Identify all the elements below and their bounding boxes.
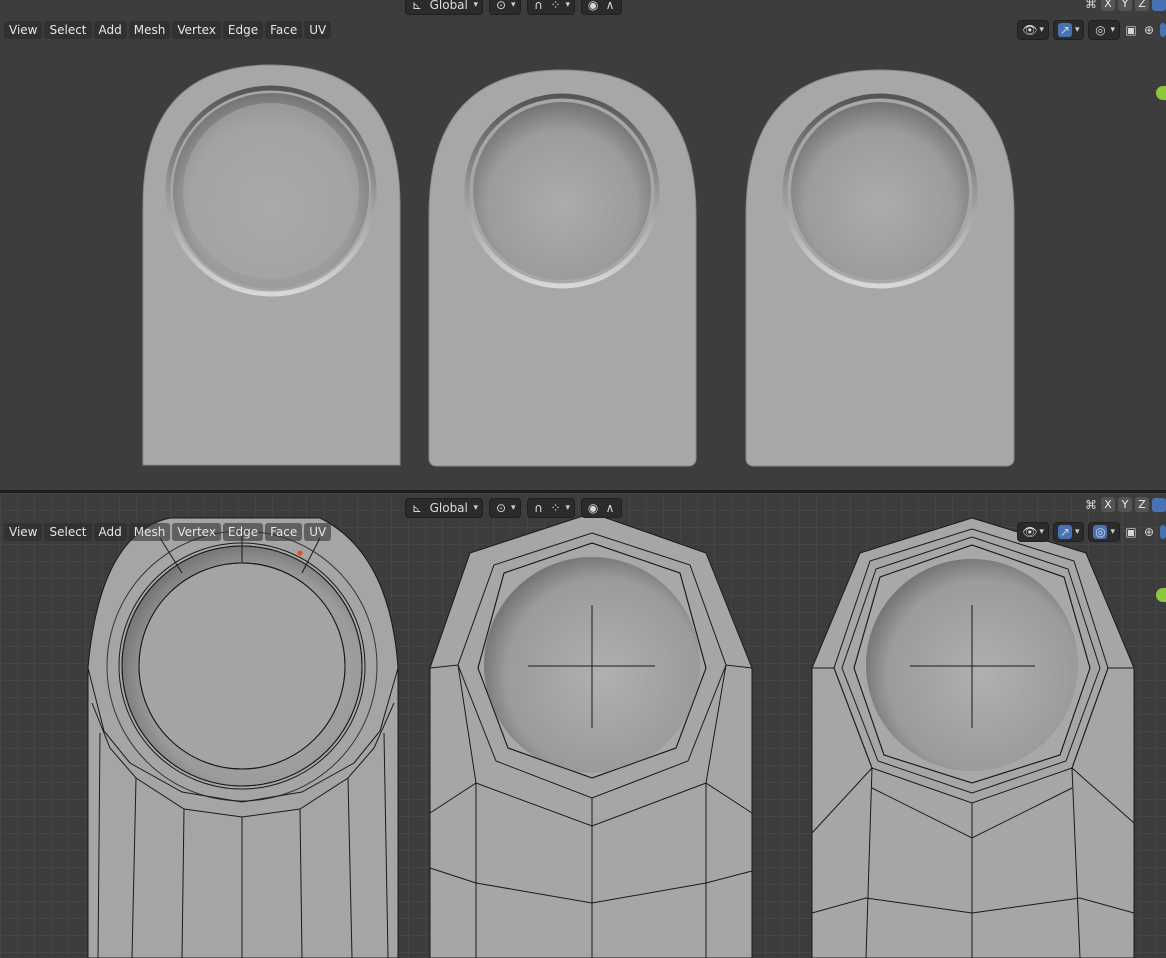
xray-icon[interactable]: ▣ (1124, 23, 1138, 37)
overlay-icon: ◎ (1093, 525, 1108, 539)
overlay-icon: ◎ (1095, 23, 1106, 37)
pivot-point-dropdown[interactable]: ⊙ ▾ (489, 498, 521, 518)
transform-orientation-dropdown[interactable]: ⊾ Global ▾ (405, 498, 483, 518)
menu-vertex[interactable]: Vertex (172, 523, 221, 541)
bottom-viewport-display-controls: 👁 ▾ ↗ ▾ ◎ ▾ ▣ ⊕ (1017, 521, 1166, 543)
menu-mesh[interactable]: Mesh (128, 523, 171, 541)
proportional-edit-controls[interactable]: ◉ ∧ (581, 0, 623, 15)
gizmo-icon: ↗ (1057, 525, 1072, 539)
orientation-axes-icon: ⊾ (411, 0, 423, 12)
selected-vertex[interactable] (297, 550, 303, 556)
xray-icon[interactable]: ▣ (1124, 525, 1138, 539)
chevron-down-icon: ▾ (1074, 25, 1080, 35)
visibility-dropdown[interactable]: 👁 ▾ (1017, 20, 1049, 40)
menu-uv[interactable]: UV (304, 523, 332, 541)
menu-vertex[interactable]: Vertex (172, 21, 221, 39)
menu-view[interactable]: View (4, 21, 43, 39)
wire-object-2[interactable] (429, 512, 753, 958)
proportional-edit-icon[interactable]: ◉ (586, 501, 600, 515)
menu-mesh[interactable]: Mesh (128, 21, 171, 39)
menu-select[interactable]: Select (44, 21, 92, 39)
top-viewport-menubar: View Select Add Mesh Vertex Edge Face UV (0, 19, 332, 41)
chevron-down-icon: ▾ (511, 503, 516, 513)
transform-orientation-dropdown[interactable]: ⊾ Global ▾ (405, 0, 483, 15)
orientation-label: Global (429, 501, 468, 515)
proportional-edit-controls[interactable]: ◉ ∧ (581, 498, 623, 518)
chevron-down-icon: ▾ (1074, 527, 1080, 537)
chevron-down-icon: ▾ (1039, 25, 1044, 35)
chevron-down-icon: ▾ (511, 0, 516, 10)
chevron-down-icon: ▾ (1110, 527, 1115, 537)
navigation-gizmo-y-axis[interactable] (1156, 86, 1166, 100)
mirror-z-toggle[interactable]: Z (1135, 497, 1149, 512)
pivot-point-dropdown[interactable]: ⊙ ▾ (489, 0, 521, 15)
wireframe-sphere-icon[interactable]: ⊕ (1142, 525, 1156, 539)
mirror-z-toggle[interactable]: Z (1135, 0, 1149, 11)
top-3d-viewport[interactable] (0, 0, 1166, 490)
top-mirror-axes: ⌘ X Y Z (1084, 0, 1166, 11)
gizmo-dropdown[interactable]: ↗ ▾ (1052, 522, 1085, 542)
snap-controls[interactable]: ∩ ⁘ ▾ (526, 498, 576, 518)
bottom-viewport-menubar: View Select Add Mesh Vertex Edge Face UV (0, 521, 332, 543)
gizmo-dropdown[interactable]: ↗ ▾ (1052, 20, 1085, 40)
menu-edge[interactable]: Edge (222, 523, 264, 541)
overlay-dropdown[interactable]: ◎ ▾ (1088, 20, 1120, 40)
mirror-y-toggle[interactable]: Y (1118, 497, 1132, 512)
chevron-down-icon: ▾ (1039, 527, 1044, 537)
magnet-icon[interactable]: ∩ (532, 0, 546, 12)
top-viewport-display-controls: 👁 ▾ ↗ ▾ ◎ ▾ ▣ ⊕ (1017, 19, 1166, 41)
menu-select[interactable]: Select (44, 523, 92, 541)
solid-shading-icon[interactable] (1160, 23, 1166, 37)
chevron-down-icon: ▾ (565, 0, 571, 10)
menu-uv[interactable]: UV (304, 21, 332, 39)
snap-controls[interactable]: ∩ ⁘ ▾ (526, 0, 576, 15)
orientation-label: Global (429, 0, 468, 12)
top-header-tools: ⊾ Global ▾ ⊙ ▾ ∩ ⁘ ▾ ◉ ∧ (405, 0, 623, 16)
overlay-dropdown[interactable]: ◎ ▾ (1088, 522, 1120, 542)
menu-face[interactable]: Face (265, 523, 303, 541)
navigation-gizmo-y-axis[interactable] (1156, 588, 1166, 602)
grid-snap-icon[interactable]: ⁘ (549, 501, 563, 515)
mirror-icon[interactable]: ⌘ (1084, 498, 1098, 512)
shaded-object-3[interactable] (745, 69, 1015, 467)
menu-edge[interactable]: Edge (222, 21, 264, 39)
toggle-icon[interactable] (1152, 0, 1166, 11)
gizmo-icon: ↗ (1057, 23, 1072, 37)
menu-add[interactable]: Add (93, 21, 127, 39)
menu-face[interactable]: Face (265, 21, 303, 39)
shaded-object-2[interactable] (428, 69, 697, 467)
shaded-object-1[interactable] (142, 64, 401, 466)
menu-view[interactable]: View (4, 523, 43, 541)
bottom-header-tools: ⊾ Global ▾ ⊙ ▾ ∩ ⁘ ▾ ◉ ∧ (405, 497, 623, 519)
chevron-down-icon: ▾ (1110, 25, 1115, 35)
mirror-x-toggle[interactable]: X (1101, 497, 1115, 512)
bottom-mirror-axes: ⌘ X Y Z (1084, 497, 1166, 512)
grid-snap-icon[interactable]: ⁘ (549, 0, 563, 12)
bottom-scene-render[interactable] (0, 493, 1166, 958)
eye-icon: 👁 (1022, 525, 1038, 539)
top-scene-render[interactable] (0, 0, 1166, 490)
magnet-icon[interactable]: ∩ (532, 501, 546, 515)
chevron-down-icon: ▾ (473, 503, 478, 513)
wire-object-3[interactable] (811, 517, 1135, 958)
wireframe-sphere-icon[interactable]: ⊕ (1142, 23, 1156, 37)
mirror-icon[interactable]: ⌘ (1084, 0, 1098, 11)
chevron-down-icon: ▾ (473, 0, 478, 10)
mirror-x-toggle[interactable]: X (1101, 0, 1115, 11)
toggle-icon[interactable] (1152, 497, 1166, 512)
chevron-down-icon: ▾ (565, 503, 571, 513)
pivot-icon: ⊙ (495, 0, 507, 12)
solid-shading-icon[interactable] (1160, 525, 1166, 539)
wire-object-1[interactable] (87, 517, 399, 958)
eye-icon: 👁 (1022, 23, 1038, 37)
mirror-y-toggle[interactable]: Y (1118, 0, 1132, 11)
menu-add[interactable]: Add (93, 523, 127, 541)
bottom-3d-viewport[interactable] (0, 493, 1166, 958)
falloff-curve-icon[interactable]: ∧ (603, 0, 617, 12)
pivot-icon: ⊙ (495, 501, 507, 515)
proportional-edit-icon[interactable]: ◉ (586, 0, 600, 12)
falloff-curve-icon[interactable]: ∧ (603, 501, 617, 515)
orientation-axes-icon: ⊾ (411, 501, 423, 515)
visibility-dropdown[interactable]: 👁 ▾ (1017, 522, 1049, 542)
